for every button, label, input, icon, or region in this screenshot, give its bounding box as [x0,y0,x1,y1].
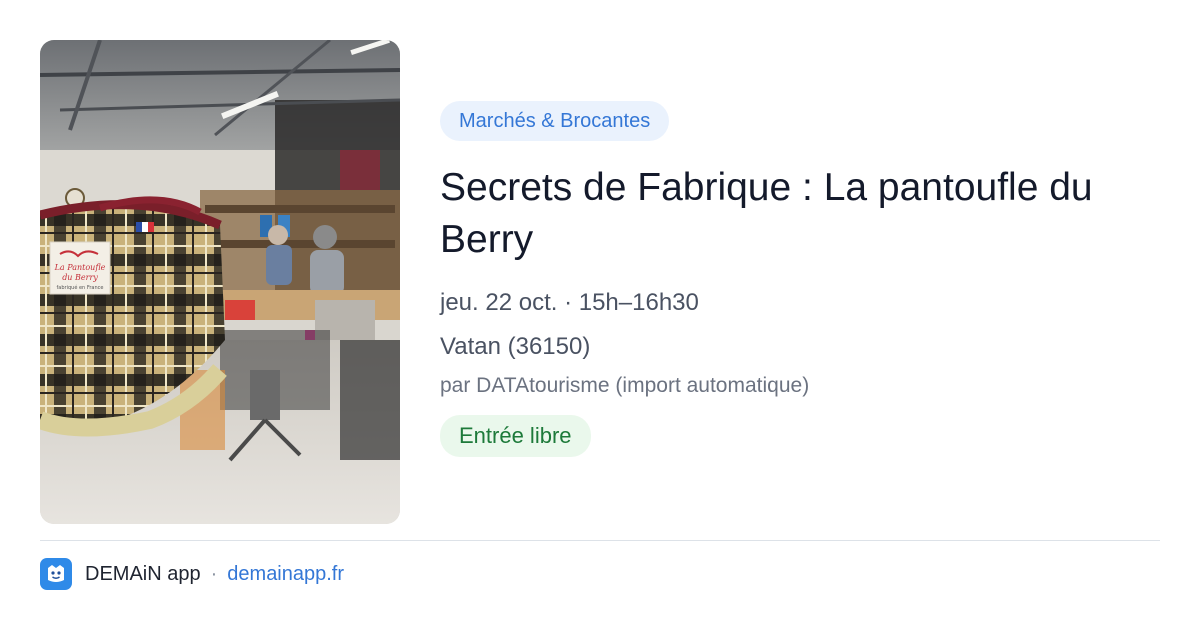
event-photo: La Pantoufle du Berry fabriqué en France [40,40,400,524]
event-details: Marchés & Brocantes Secrets de Fabrique … [440,101,1160,457]
svg-text:du Berry: du Berry [62,273,98,282]
app-name: DEMAiN app [85,562,201,585]
footer-divider [40,540,1160,541]
event-share-card: La Pantoufle du Berry fabriqué en France… [0,0,1200,630]
event-datetime: jeu. 22 oct. · 15h–16h30 [440,289,699,316]
event-title: Secrets de Fabrique : La pantoufle du Be… [440,166,1093,261]
app-domain-link[interactable]: demainapp.fr [227,563,344,586]
photo-label-brand: La Pantoufle [54,263,106,272]
footer: DEMAiN app · demainapp.fr [40,558,344,590]
category-badge[interactable]: Marchés & Brocantes [440,101,670,141]
event-source: par DATAtourisme (import automatique) [440,374,810,397]
footer-separator: · [210,562,218,585]
svg-text:fabriqué en France: fabriqué en France [57,284,104,291]
event-location: Vatan (36150) [440,333,591,360]
demain-app-icon [40,558,72,590]
price-badge: Entrée libre [440,415,591,457]
